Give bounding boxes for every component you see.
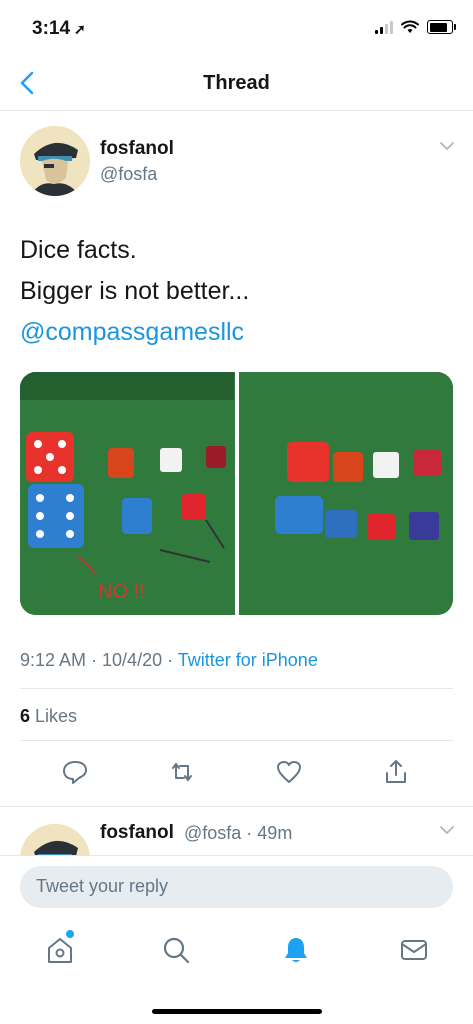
dice-photo-right xyxy=(238,372,453,615)
tweet-timestamp: 9:12 AM · 10/4/20 · xyxy=(20,650,178,670)
heart-icon[interactable] xyxy=(275,758,303,786)
tab-bar xyxy=(0,922,473,982)
notification-dot xyxy=(66,930,74,938)
notifications-icon[interactable] xyxy=(280,934,312,966)
battery-icon xyxy=(427,20,456,34)
tweet-media[interactable]: NO !! xyxy=(20,372,453,615)
reply-meta: @fosfa · 49m xyxy=(184,823,293,843)
dice-photo-left: NO !! xyxy=(20,372,234,615)
divider xyxy=(20,740,453,741)
reply-author-name[interactable]: fosfanol xyxy=(100,822,174,844)
status-bar: 3:14 ➚ xyxy=(0,0,473,58)
avatar[interactable] xyxy=(20,824,90,856)
location-icon: ➚ xyxy=(74,21,86,37)
page-title: Thread xyxy=(203,72,270,94)
avatar[interactable] xyxy=(20,126,90,196)
tweet-text-line: Bigger is not better... xyxy=(20,277,250,305)
home-indicator xyxy=(152,1009,322,1014)
tweet-meta: 9:12 AM · 10/4/20 · Twitter for iPhone xyxy=(20,650,318,671)
tweet-actions xyxy=(0,750,473,794)
author-handle[interactable]: @fosfa xyxy=(100,164,157,185)
chevron-down-icon[interactable] xyxy=(439,822,455,838)
reply-input-placeholder: Tweet your reply xyxy=(36,876,169,896)
navigation-bar: Thread xyxy=(0,58,473,111)
divider xyxy=(0,855,473,856)
signal-icon xyxy=(375,20,393,34)
share-icon[interactable] xyxy=(382,758,410,786)
reply-tweet[interactable]: fosfanol @fosfa · 49m xyxy=(0,808,473,856)
author-name[interactable]: fosfanol xyxy=(100,138,174,160)
status-indicators xyxy=(375,20,456,34)
home-icon[interactable] xyxy=(44,934,76,966)
reply-input[interactable]: Tweet your reply xyxy=(20,866,453,908)
reply-icon[interactable] xyxy=(61,758,89,786)
likes-label: Likes xyxy=(35,706,78,726)
tweet-source-link[interactable]: Twitter for iPhone xyxy=(178,650,318,670)
image-annotation: NO !! xyxy=(98,581,145,603)
status-time: 3:14 ➚ xyxy=(32,18,86,39)
divider xyxy=(0,806,473,807)
likes-number: 6 xyxy=(20,706,31,726)
tweet-text: Dice facts. Bigger is not better... @com… xyxy=(20,230,249,353)
media-photo[interactable]: NO !! xyxy=(20,372,235,615)
retweet-icon[interactable] xyxy=(168,758,196,786)
tweet-text-line: Dice facts. xyxy=(20,236,137,264)
likes-count[interactable]: 6 Likes xyxy=(20,706,77,727)
chevron-down-icon[interactable] xyxy=(439,138,455,154)
messages-icon[interactable] xyxy=(398,934,430,966)
wifi-icon xyxy=(401,20,419,33)
mention-link[interactable]: @compassgamesllc xyxy=(20,312,249,353)
media-photo[interactable] xyxy=(238,372,453,615)
divider xyxy=(20,688,453,689)
search-icon[interactable] xyxy=(160,934,192,966)
